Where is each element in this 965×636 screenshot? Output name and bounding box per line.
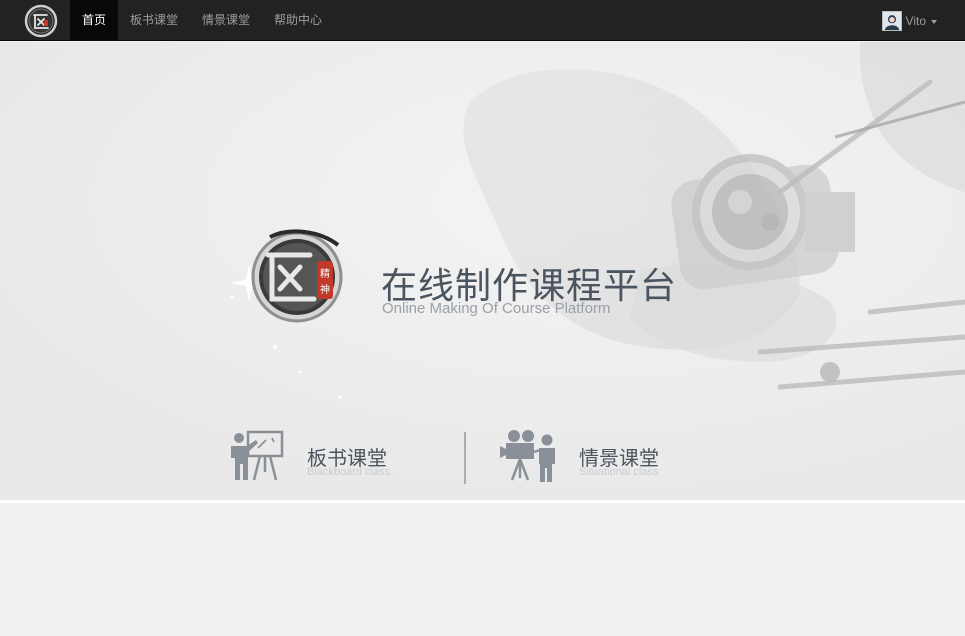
user-menu-toggle[interactable]: Vito: [881, 0, 937, 41]
situational-class-link[interactable]: 情景课堂 Situational class: [500, 428, 700, 488]
course-divider: [464, 432, 466, 484]
user-name: Vito: [905, 13, 926, 28]
hero-banner: 精 神 在线制作课程平台 Online Making Of Course Pla…: [0, 42, 965, 500]
avatar: [881, 10, 902, 31]
caret-down-icon: [931, 19, 937, 24]
brand-logo-icon[interactable]: [24, 4, 58, 38]
nav-item-help-center[interactable]: 帮助中心: [262, 0, 334, 41]
nav-item-situational-class[interactable]: 情景课堂: [190, 0, 262, 41]
main-nav: 首页 板书课堂 情景课堂 帮助中心: [70, 0, 334, 41]
nav-item-home[interactable]: 首页: [70, 0, 119, 41]
nav-item-blackboard-class[interactable]: 板书课堂: [118, 0, 190, 41]
blackboard-class-subtitle: Blackboard class: [307, 466, 391, 478]
platform-subtitle: Online Making Of Course Platform: [382, 300, 611, 317]
emblem-seal-text-top: 精: [320, 267, 330, 280]
blackboard-class-link[interactable]: 板书课堂 Blackboard class: [228, 428, 428, 488]
situational-class-subtitle: Situational class: [579, 466, 659, 478]
emblem-seal-text-bottom: 神: [320, 283, 330, 296]
content-area: [0, 503, 965, 636]
top-navbar: 首页 板书课堂 情景课堂 帮助中心 Vito: [0, 0, 965, 41]
teacher-blackboard-icon: [231, 430, 284, 481]
craftsman-spirit-emblem-icon: 精 神: [251, 229, 343, 323]
video-camera-operator-icon: [500, 430, 555, 482]
